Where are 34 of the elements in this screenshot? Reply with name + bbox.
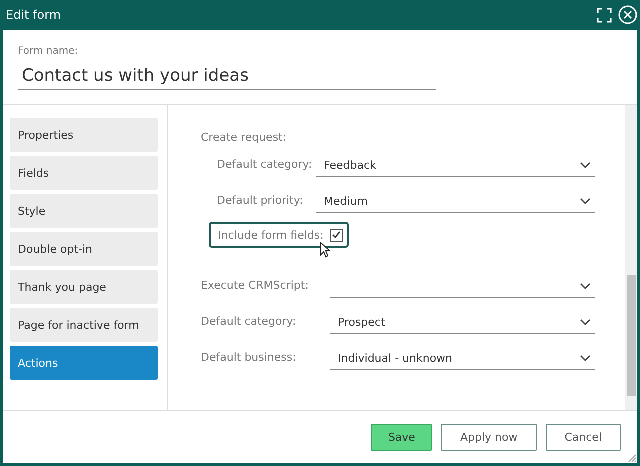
dropdown-field[interactable]: Individual - unknown	[330, 347, 595, 370]
dialog-button[interactable]: Cancel	[546, 424, 621, 450]
dialog-button[interactable]: Apply now	[441, 424, 537, 450]
mouse-pointer-icon	[320, 242, 331, 258]
sidebar-tab[interactable]: Thank you page	[10, 270, 158, 304]
resize-grip-icon[interactable]	[627, 453, 637, 463]
maximize-icon[interactable]	[597, 8, 612, 22]
dropdown-field[interactable]: Feedback	[316, 154, 595, 177]
field-label: Default business:	[201, 351, 298, 366]
field-label: Execute CRMScript:	[201, 279, 310, 294]
section-label: Create request:	[201, 131, 288, 144]
sidebar-tab[interactable]: Properties	[10, 118, 158, 152]
sidebar-tab[interactable]: Style	[10, 194, 158, 228]
sidebar-tab[interactable]: Fields	[10, 156, 158, 190]
sidebar-tab[interactable]: Double opt-in	[10, 232, 158, 266]
chevron-down-icon	[580, 162, 591, 168]
dropdown-field[interactable]: Medium	[316, 190, 595, 213]
close-icon[interactable]	[618, 5, 638, 25]
chevron-down-icon	[580, 354, 591, 362]
checkbox[interactable]	[330, 228, 343, 242]
dropdown-field[interactable]: Prospect	[330, 311, 595, 334]
window-title: Edit form	[6, 8, 62, 22]
sidebar-tab[interactable]: Page for inactive form	[10, 308, 158, 342]
sidebar-tab[interactable]: Actions	[10, 346, 158, 380]
field-label: Default priority:	[217, 194, 304, 209]
field-label: Default category:	[217, 158, 314, 173]
checkbox-label: Include form fields:	[218, 228, 324, 242]
chevron-down-icon	[580, 282, 591, 290]
field-label: Default category:	[201, 315, 298, 330]
field-label: Form name:	[18, 46, 80, 57]
dialog-button[interactable]: Save	[371, 424, 432, 450]
scrollbar[interactable]	[625, 105, 637, 410]
chevron-down-icon	[580, 198, 591, 204]
chevron-down-icon	[580, 318, 591, 326]
